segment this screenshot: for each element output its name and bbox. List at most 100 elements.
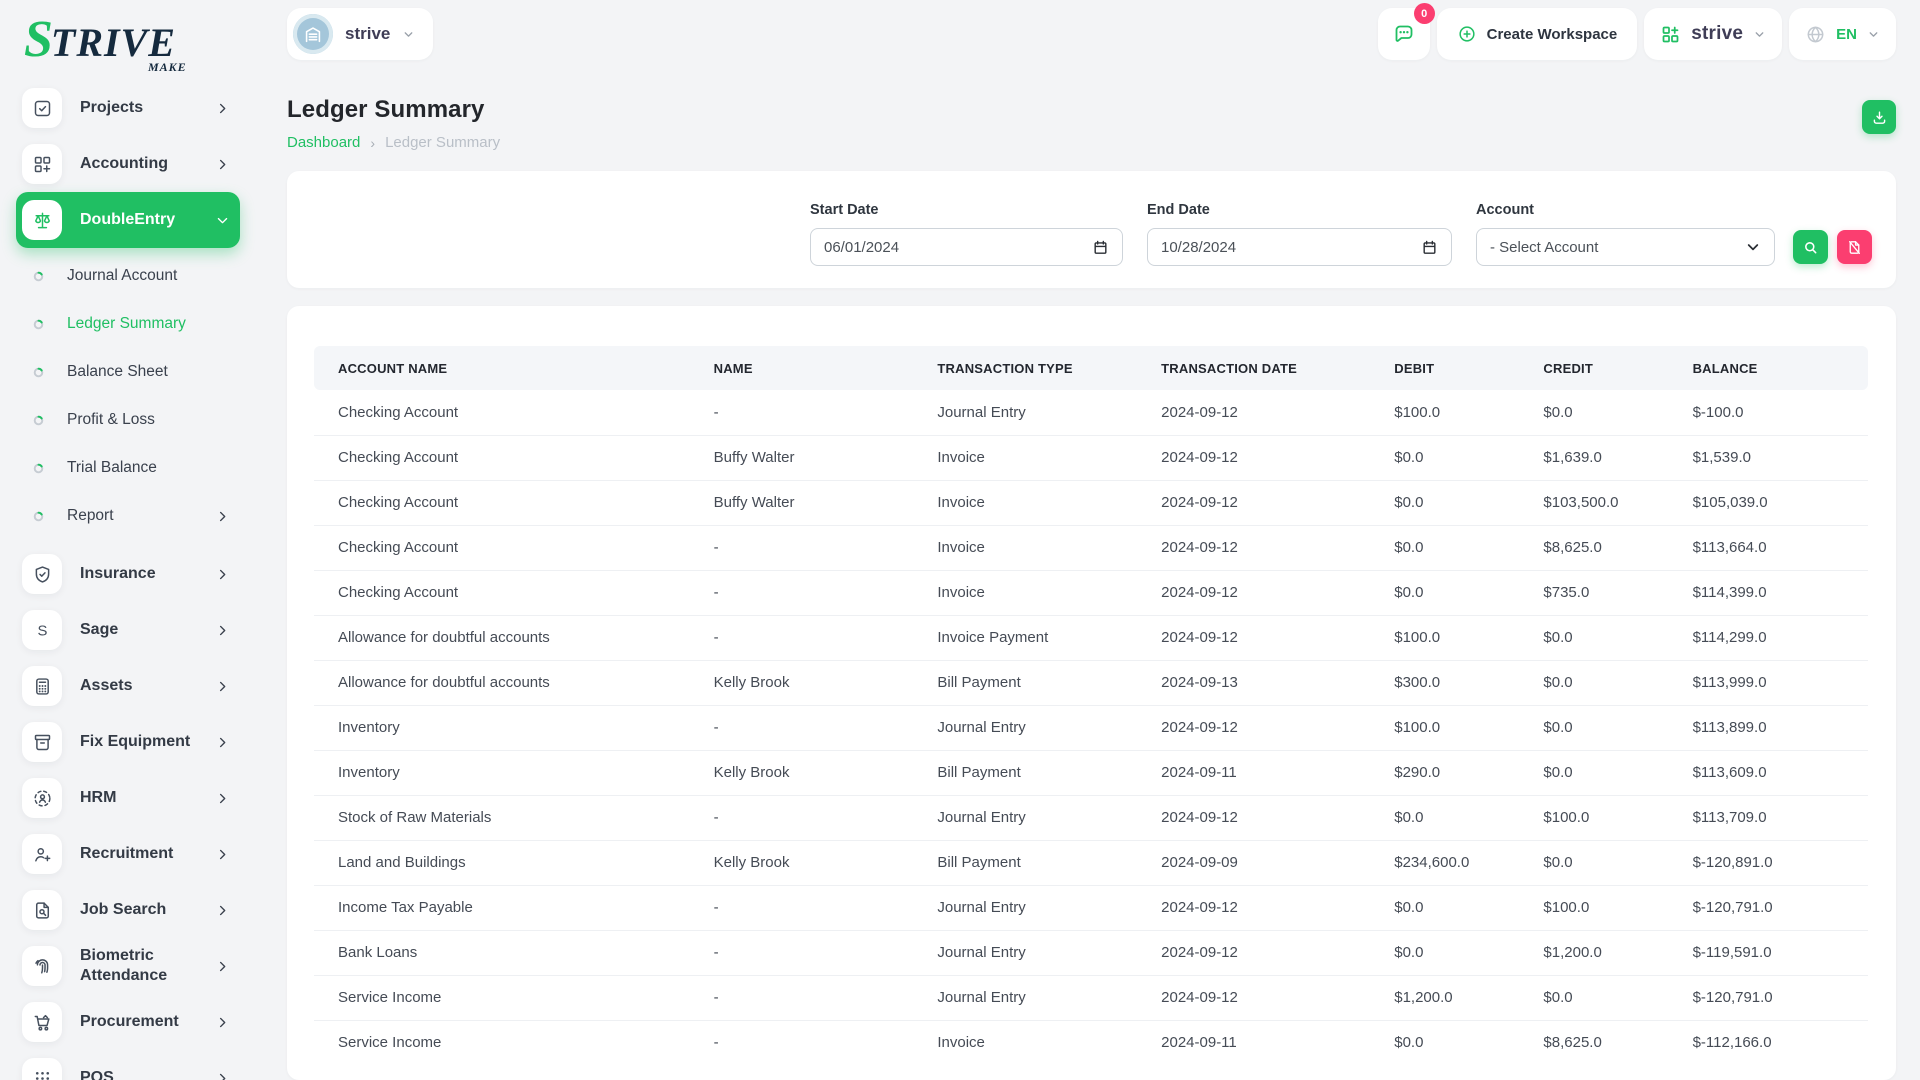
apply-filter-button[interactable]: [1793, 230, 1828, 264]
table-cell: $113,899.0: [1684, 705, 1868, 751]
brand-logo[interactable]: S TRIVE MAKE: [0, 14, 260, 76]
table-row: Allowance for doubtful accounts Kelly Bro…: [314, 660, 1868, 706]
chevron-right-icon: [215, 509, 230, 524]
sidebar-item-procurement[interactable]: Procurement: [16, 994, 240, 1050]
brand-logo-rest: TRIVE: [50, 20, 176, 65]
sidebar-item-projects[interactable]: Projects: [16, 80, 240, 136]
table-cell: Land and Buildings: [314, 840, 706, 886]
table-cell: Income Tax Payable: [314, 885, 706, 931]
table-cell: Invoice Payment: [929, 615, 1154, 661]
table-cell: $0.0: [1386, 570, 1536, 616]
table-cell: Allowance for doubtful accounts: [314, 660, 706, 706]
table-cell: $0.0: [1386, 525, 1536, 571]
sidebar-subitem-label: Trial Balance: [67, 459, 157, 476]
messages-button[interactable]: 0: [1377, 3, 1435, 60]
table-cell: -: [705, 390, 930, 436]
table-cell: Checking Account: [314, 525, 706, 571]
sidebar-subitem-balance-sheet[interactable]: Balance Sheet: [16, 348, 240, 396]
sidebar-subitem-ledger-summary[interactable]: Ledger Summary: [16, 300, 240, 348]
account-label: Account: [1476, 202, 1534, 218]
sidebar-subitem-journal-account[interactable]: Journal Account: [16, 252, 240, 300]
table-cell: $100.0: [1386, 390, 1536, 436]
sidebar-menu: Projects Accounting DoubleEntry Journal Acc…: [0, 76, 260, 1080]
sidebar-subitem-label: Balance Sheet: [67, 363, 168, 380]
sidebar-item-recruitment[interactable]: Recruitment: [16, 826, 240, 882]
sidebar-item-assets[interactable]: Assets: [16, 658, 240, 714]
workspace-selector[interactable]: strive: [287, 8, 434, 60]
table-row: Bank Loans - Journal Entry 2024-09-12 $0.0 $1…: [314, 930, 1868, 976]
table-cell: 2024-09-12: [1153, 930, 1387, 976]
sidebar-subitem-profit-loss[interactable]: Profit & Loss: [16, 396, 240, 444]
account-select-value: - Select Account: [1490, 238, 1599, 256]
sidebar-item-fix-equipment[interactable]: Fix Equipment: [16, 714, 240, 770]
app-menu-button[interactable]: strive: [1644, 8, 1783, 60]
sidebar-subitem-trial-balance[interactable]: Trial Balance: [16, 444, 240, 492]
table-cell: 2024-09-12: [1153, 975, 1387, 1021]
table-cell: -: [705, 930, 930, 976]
table-row: Checking Account - Journal Entry 2024-09-12…: [314, 390, 1868, 436]
table-cell: Buffy Walter: [705, 480, 930, 526]
end-date-input[interactable]: 10/28/2024: [1147, 228, 1452, 266]
chevron-right-icon: [215, 1071, 230, 1080]
table-row: Service Income - Journal Entry 2024-09-12 $1…: [314, 975, 1868, 1021]
chevron-right-icon: [215, 735, 230, 750]
sidebar-item-label: DoubleEntry: [80, 211, 176, 228]
table-cell: Bank Loans: [314, 930, 706, 976]
sidebar-subitem-label: Ledger Summary: [67, 315, 186, 332]
sidebar-item-hrm[interactable]: HRM: [16, 770, 240, 826]
table-cell: $0.0: [1535, 615, 1685, 661]
calendar-icon[interactable]: [1092, 239, 1109, 256]
download-button[interactable]: [1862, 100, 1896, 134]
sidebar-item-accounting[interactable]: Accounting: [16, 136, 240, 192]
sidebar-subitem-report[interactable]: Report: [16, 492, 240, 540]
sidebar-item-insurance[interactable]: Insurance: [16, 546, 240, 602]
table-cell: Journal Entry: [929, 795, 1154, 841]
sidebar-subitem-label: Profit & Loss: [67, 411, 155, 428]
table-cell: $-112,166.0: [1692, 1034, 1772, 1052]
table-cell: Inventory: [314, 750, 706, 796]
sidebar-item-pos[interactable]: POS: [16, 1050, 240, 1080]
grid-plus-icon: [1660, 24, 1681, 45]
bullet-icon: [32, 366, 45, 379]
table-cell: $100.0: [1535, 795, 1685, 841]
table-cell: $-120,791.0: [1684, 885, 1868, 931]
table-cell: -: [705, 525, 930, 571]
sidebar-item-label: Recruitment: [80, 845, 174, 862]
table-cell: $114,299.0: [1684, 615, 1868, 661]
end-date-field: End Date 10/28/2024: [1147, 202, 1452, 266]
table-cell: Stock of Raw Materials: [314, 795, 706, 841]
start-date-input[interactable]: 06/01/2024: [810, 228, 1123, 266]
clear-filter-button[interactable]: [1837, 230, 1872, 264]
table-cell: -: [705, 615, 930, 661]
projects-icon: [22, 88, 62, 128]
assets-icon: [22, 666, 62, 706]
chevron-down-icon: [1867, 28, 1880, 41]
table-row: Allowance for doubtful accounts - Invoice …: [314, 615, 1868, 661]
sidebar-item-label: HRM: [80, 789, 117, 806]
table-cell: $0.0: [1535, 975, 1685, 1021]
sidebar: S TRIVE MAKE Projects Accounting DoubleEnt…: [0, 0, 260, 1080]
table-cell: $0.0: [1386, 795, 1536, 841]
sidebar-item-sage[interactable]: S Sage: [16, 602, 240, 658]
sidebar-item-doubleentry[interactable]: DoubleEntry: [16, 192, 240, 248]
calendar-icon[interactable]: [1421, 239, 1438, 256]
table-cell: -: [705, 705, 930, 751]
chevron-right-icon: [215, 101, 230, 116]
sidebar-item-job-search[interactable]: Job Search: [16, 882, 240, 938]
table-cell: -: [705, 975, 930, 1021]
building-icon: [293, 14, 333, 54]
table-cell: Allowance for doubtful accounts: [314, 615, 706, 661]
table-cell: Journal Entry: [929, 390, 1154, 436]
account-select[interactable]: - Select Account: [1476, 228, 1775, 266]
bullet-icon: [32, 462, 45, 475]
chevron-right-icon: [215, 959, 230, 974]
table-cell: $100.0: [1386, 615, 1536, 661]
table-cell: $1,200.0: [1386, 975, 1536, 1021]
sidebar-item-biometric-attendance[interactable]: Biometric Attendance: [16, 938, 240, 994]
table-header: ACCOUNT NAME NAME TRANSACTION TYPE TRANSACT…: [314, 346, 1868, 390]
create-workspace-button[interactable]: Create Workspace: [1436, 8, 1638, 60]
language-selector[interactable]: EN: [1789, 8, 1896, 60]
workspace-name: strive: [345, 24, 391, 43]
breadcrumb: Dashboard › Ledger Summary: [287, 134, 500, 151]
breadcrumb-dashboard-link[interactable]: Dashboard: [287, 134, 360, 151]
